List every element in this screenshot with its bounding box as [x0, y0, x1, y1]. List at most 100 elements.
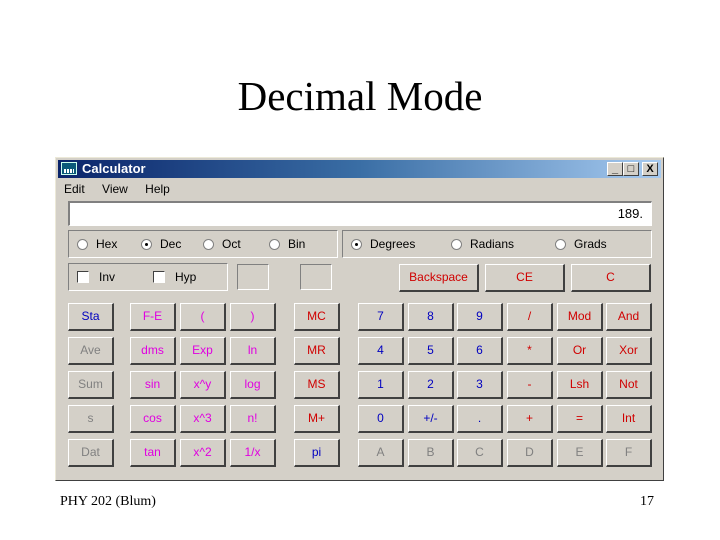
key-exp-button[interactable]: Exp [180, 337, 226, 365]
key-1_x-button[interactable]: 1/x [230, 439, 276, 467]
key-x_3-button[interactable]: x^3 [180, 405, 226, 433]
key-log-button[interactable]: log [230, 371, 276, 399]
key-6-button[interactable]: 6 [457, 337, 503, 365]
c-button[interactable]: C [571, 264, 651, 292]
ce-button[interactable]: CE [485, 264, 565, 292]
maximize-button[interactable]: □ [623, 162, 639, 176]
key-d-button[interactable]: D [507, 439, 553, 467]
radio-grads[interactable]: Grads [555, 237, 607, 251]
key-or-button[interactable]: Or [557, 337, 603, 365]
radio-label: Bin [288, 237, 306, 251]
slide-title: Decimal Mode [237, 73, 483, 119]
key-2-button[interactable]: 2 [408, 371, 454, 399]
checkbox-box [153, 271, 165, 283]
menu-bar: Edit View Help [64, 182, 184, 196]
key-e-button[interactable]: E [557, 439, 603, 467]
backspace-button[interactable]: Backspace [399, 264, 479, 292]
menu-help[interactable]: Help [145, 182, 170, 196]
key-ave-button[interactable]: Ave [68, 337, 114, 365]
close-button[interactable]: X [642, 162, 658, 176]
key-___-button[interactable]: +/- [408, 405, 454, 433]
key-int-button[interactable]: Int [606, 405, 652, 433]
key-_-button[interactable]: ) [230, 303, 276, 331]
key-n_-button[interactable]: n! [230, 405, 276, 433]
key-s-button[interactable]: s [68, 405, 114, 433]
memory-indicator [300, 264, 332, 290]
key-9-button[interactable]: 9 [457, 303, 503, 331]
key-dms-button[interactable]: dms [130, 337, 176, 365]
radio-circle [269, 238, 280, 250]
key-3-button[interactable]: 3 [457, 371, 503, 399]
radio-radians[interactable]: Radians [451, 237, 514, 251]
radio-label: Oct [222, 237, 241, 251]
radio-degrees[interactable]: Degrees [351, 237, 415, 251]
key-_-button[interactable]: . [457, 405, 503, 433]
key-5-button[interactable]: 5 [408, 337, 454, 365]
key-_-button[interactable]: / [507, 303, 553, 331]
key-x_2-button[interactable]: x^2 [180, 439, 226, 467]
checkbox-hyp[interactable]: Hyp [153, 270, 196, 284]
key-and-button[interactable]: And [606, 303, 652, 331]
slide-number: 17 [640, 494, 654, 509]
checkbox-label: Hyp [175, 270, 197, 284]
key-_-button[interactable]: - [507, 371, 553, 399]
radio-label: Hex [96, 237, 118, 251]
key-f-button[interactable]: F [606, 439, 652, 467]
key-mc-button[interactable]: MC [294, 303, 340, 331]
radio-bin[interactable]: Bin [269, 237, 305, 251]
radio-label: Grads [574, 237, 607, 251]
calculator-window: Calculator _ □ X Edit View Help 1 89. Hex… [55, 157, 664, 481]
parenthesis-indicator [237, 264, 269, 290]
key-f_e-button[interactable]: F-E [130, 303, 176, 331]
key-ms-button[interactable]: MS [294, 371, 340, 399]
key-pi-button[interactable]: pi [294, 439, 340, 467]
key-c-button[interactable]: C [457, 439, 503, 467]
key-_-button[interactable]: * [507, 337, 553, 365]
key-not-button[interactable]: Not [606, 371, 652, 399]
radio-circle [203, 238, 214, 250]
key-tan-button[interactable]: tan [130, 439, 176, 467]
key-dat-button[interactable]: Dat [68, 439, 114, 467]
radio-oct[interactable]: Oct [203, 237, 241, 251]
radio-circle [141, 238, 152, 250]
inv-hyp-group: Inv Hyp [68, 263, 228, 291]
key-mr-button[interactable]: MR [294, 337, 340, 365]
menu-edit[interactable]: Edit [64, 182, 85, 196]
radio-circle [555, 238, 566, 250]
radio-circle [351, 238, 362, 250]
key-8-button[interactable]: 8 [408, 303, 454, 331]
key-lsh-button[interactable]: Lsh [557, 371, 603, 399]
key-m_-button[interactable]: M+ [294, 405, 340, 433]
key-ln-button[interactable]: ln [230, 337, 276, 365]
key-b-button[interactable]: B [408, 439, 454, 467]
radio-label: Radians [470, 237, 515, 251]
key-a-button[interactable]: A [358, 439, 404, 467]
radio-circle [77, 238, 88, 250]
radio-label: Dec [160, 237, 182, 251]
title-bar: Calculator _ □ X [58, 160, 661, 178]
key-x_y-button[interactable]: x^y [180, 371, 226, 399]
key-sta-button[interactable]: Sta [68, 303, 114, 331]
key-_-button[interactable]: + [507, 405, 553, 433]
key-cos-button[interactable]: cos [130, 405, 176, 433]
key-sin-button[interactable]: sin [130, 371, 176, 399]
radio-hex[interactable]: Hex [77, 237, 117, 251]
key-_-button[interactable]: = [557, 405, 603, 433]
key-sum-button[interactable]: Sum [68, 371, 114, 399]
minimize-button[interactable]: _ [607, 162, 623, 176]
window-title: Calculator [82, 161, 146, 176]
checkbox-box [77, 271, 89, 283]
key-xor-button[interactable]: Xor [606, 337, 652, 365]
key-mod-button[interactable]: Mod [557, 303, 603, 331]
radio-dec[interactable]: Dec [141, 237, 181, 251]
key-_-button[interactable]: ( [180, 303, 226, 331]
key-4-button[interactable]: 4 [358, 337, 404, 365]
key-1-button[interactable]: 1 [358, 371, 404, 399]
key-0-button[interactable]: 0 [358, 405, 404, 433]
radio-label: Degrees [370, 237, 416, 251]
checkbox-label: Inv [99, 270, 116, 284]
checkbox-inv[interactable]: Inv [77, 270, 115, 284]
number-base-group: Hex Dec Oct Bin [68, 230, 338, 258]
menu-view[interactable]: View [102, 182, 128, 196]
key-7-button[interactable]: 7 [358, 303, 404, 331]
